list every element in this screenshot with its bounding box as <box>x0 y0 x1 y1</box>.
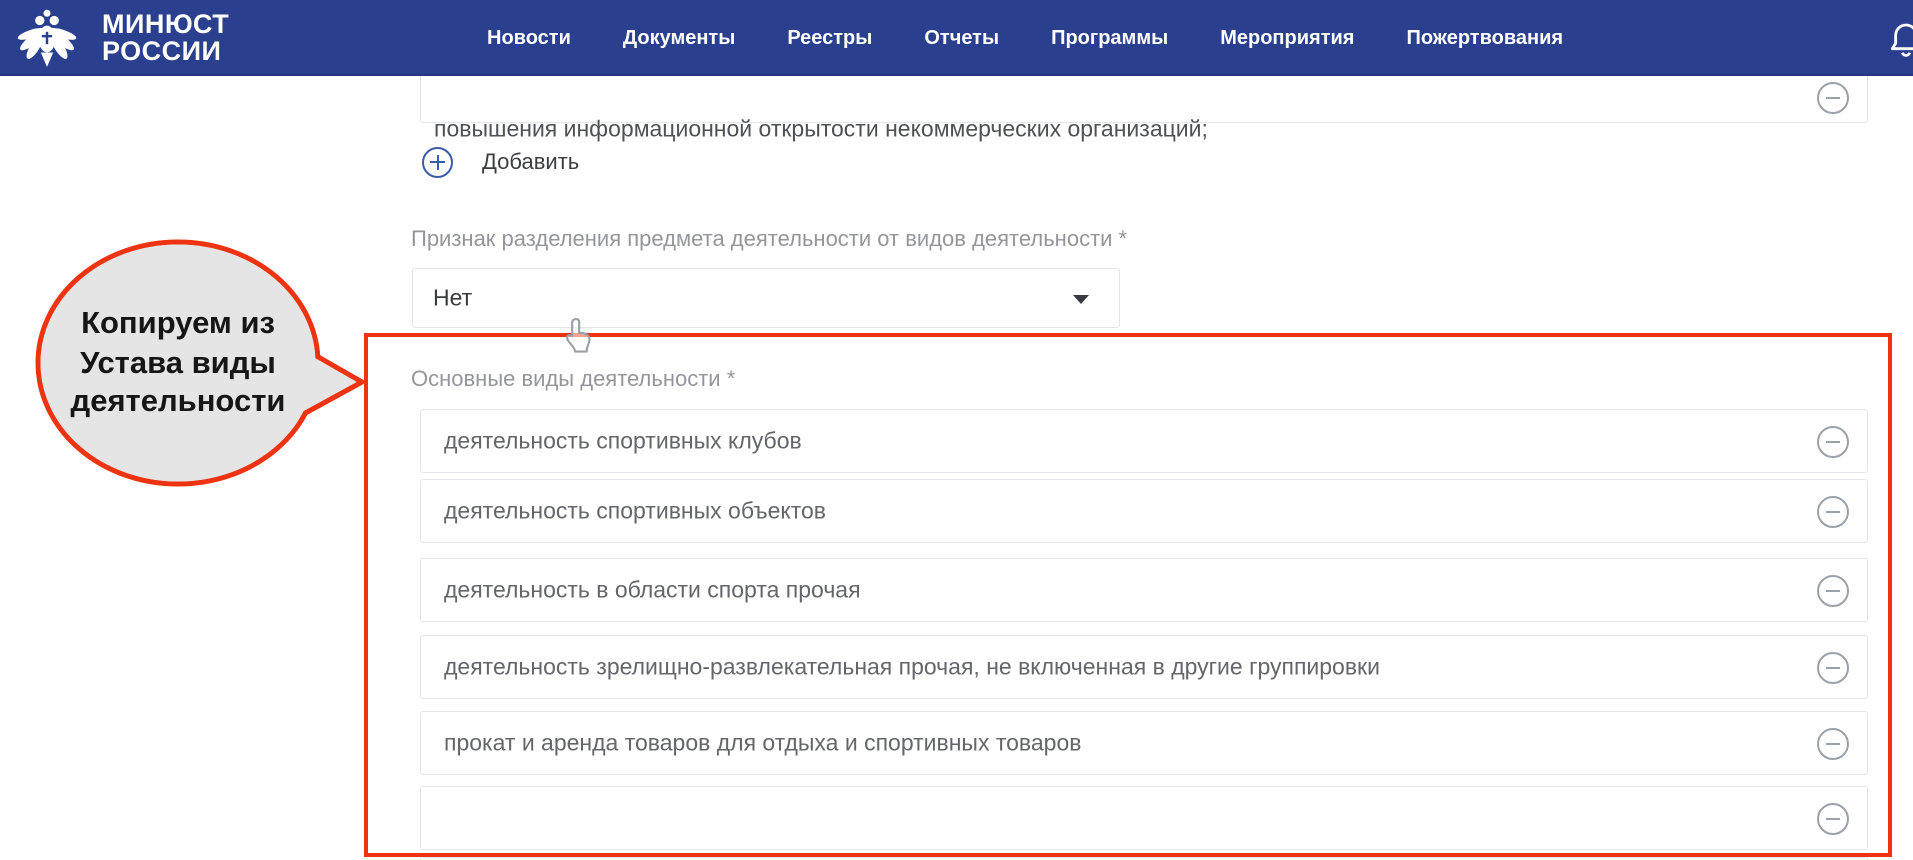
activity-value: деятельность в области спорта прочая <box>444 576 861 603</box>
activity-input-row[interactable]: деятельность зрелищно-развлекательная пр… <box>420 635 1868 699</box>
activity-value: прокат и аренда товаров для отдыха и спо… <box>444 729 1082 756</box>
activity-input-row[interactable]: деятельность спортивных клубов <box>420 409 1868 473</box>
nav-item-registries[interactable]: Реестры <box>787 27 872 50</box>
division-field-label: Признак разделения предмета деятельности… <box>411 226 1128 251</box>
minus-circle-icon <box>1826 667 1840 669</box>
nav-item-documents[interactable]: Документы <box>623 27 735 50</box>
add-item-button[interactable]: Добавить <box>420 145 579 179</box>
activity-value: деятельность спортивных клубов <box>444 427 802 454</box>
add-item-label: Добавить <box>482 149 580 174</box>
bubble-text-line2: Устава виды <box>80 345 276 380</box>
remove-item-button[interactable] <box>1817 82 1849 114</box>
minus-circle-icon <box>1826 590 1840 592</box>
page: повышения информационной открытости неко… <box>0 0 1913 860</box>
double-eagle-emblem-icon <box>17 9 77 67</box>
minus-circle-icon <box>1826 441 1840 443</box>
nav-item-news[interactable]: Новости <box>487 27 571 50</box>
remove-item-button[interactable] <box>1817 575 1849 607</box>
remove-item-button[interactable] <box>1817 803 1849 835</box>
remove-item-button[interactable] <box>1817 426 1849 458</box>
activity-value: деятельность зрелищно-развлекательная пр… <box>444 653 1380 680</box>
activity-input-row[interactable]: деятельность в области спорта прочая <box>420 558 1868 622</box>
bubble-text-line1: Копируем из <box>81 305 275 340</box>
minus-circle-icon <box>1826 743 1840 745</box>
remove-item-button[interactable] <box>1817 728 1849 760</box>
minus-circle-icon <box>1826 511 1840 513</box>
nav-item-events[interactable]: Мероприятия <box>1220 27 1354 50</box>
minjust-logo[interactable]: МИНЮСТ РОССИИ <box>14 5 229 71</box>
minus-circle-icon <box>1826 818 1840 820</box>
plus-circle-icon <box>422 146 453 178</box>
division-select-value: Нет <box>433 284 473 311</box>
division-select[interactable]: Нет <box>412 268 1120 328</box>
annotation-speech-bubble: Копируем из Устава виды деятельности <box>35 239 365 487</box>
main-menu: Новости Документы Реестры Отчеты Програм… <box>487 0 1563 76</box>
nav-item-donations[interactable]: Пожертвования <box>1406 27 1563 50</box>
activity-input-row[interactable]: прокат и аренда товаров для отдыха и спо… <box>420 711 1868 775</box>
caret-down-icon <box>1073 295 1089 304</box>
goal-item-value: повышения информационной открытости неко… <box>434 115 1208 142</box>
activities-field-label: Основные виды деятельности * <box>411 366 736 391</box>
activity-input-row[interactable]: деятельность спортивных объектов <box>420 479 1868 543</box>
top-navigation-bar: МИНЮСТ РОССИИ Новости Документы Реестры … <box>0 0 1913 76</box>
remove-item-button[interactable] <box>1817 652 1849 684</box>
logo-text: МИНЮСТ РОССИИ <box>102 9 230 66</box>
activity-input-row-empty[interactable] <box>420 786 1868 850</box>
nav-item-reports[interactable]: Отчеты <box>924 27 999 50</box>
activity-value: деятельность спортивных объектов <box>444 497 827 524</box>
remove-item-button[interactable] <box>1817 496 1849 528</box>
bell-icon[interactable] <box>1886 20 1913 60</box>
minus-circle-icon <box>1826 97 1840 99</box>
nav-item-programs[interactable]: Программы <box>1051 27 1168 50</box>
bubble-text-line3: деятельности <box>71 383 286 418</box>
